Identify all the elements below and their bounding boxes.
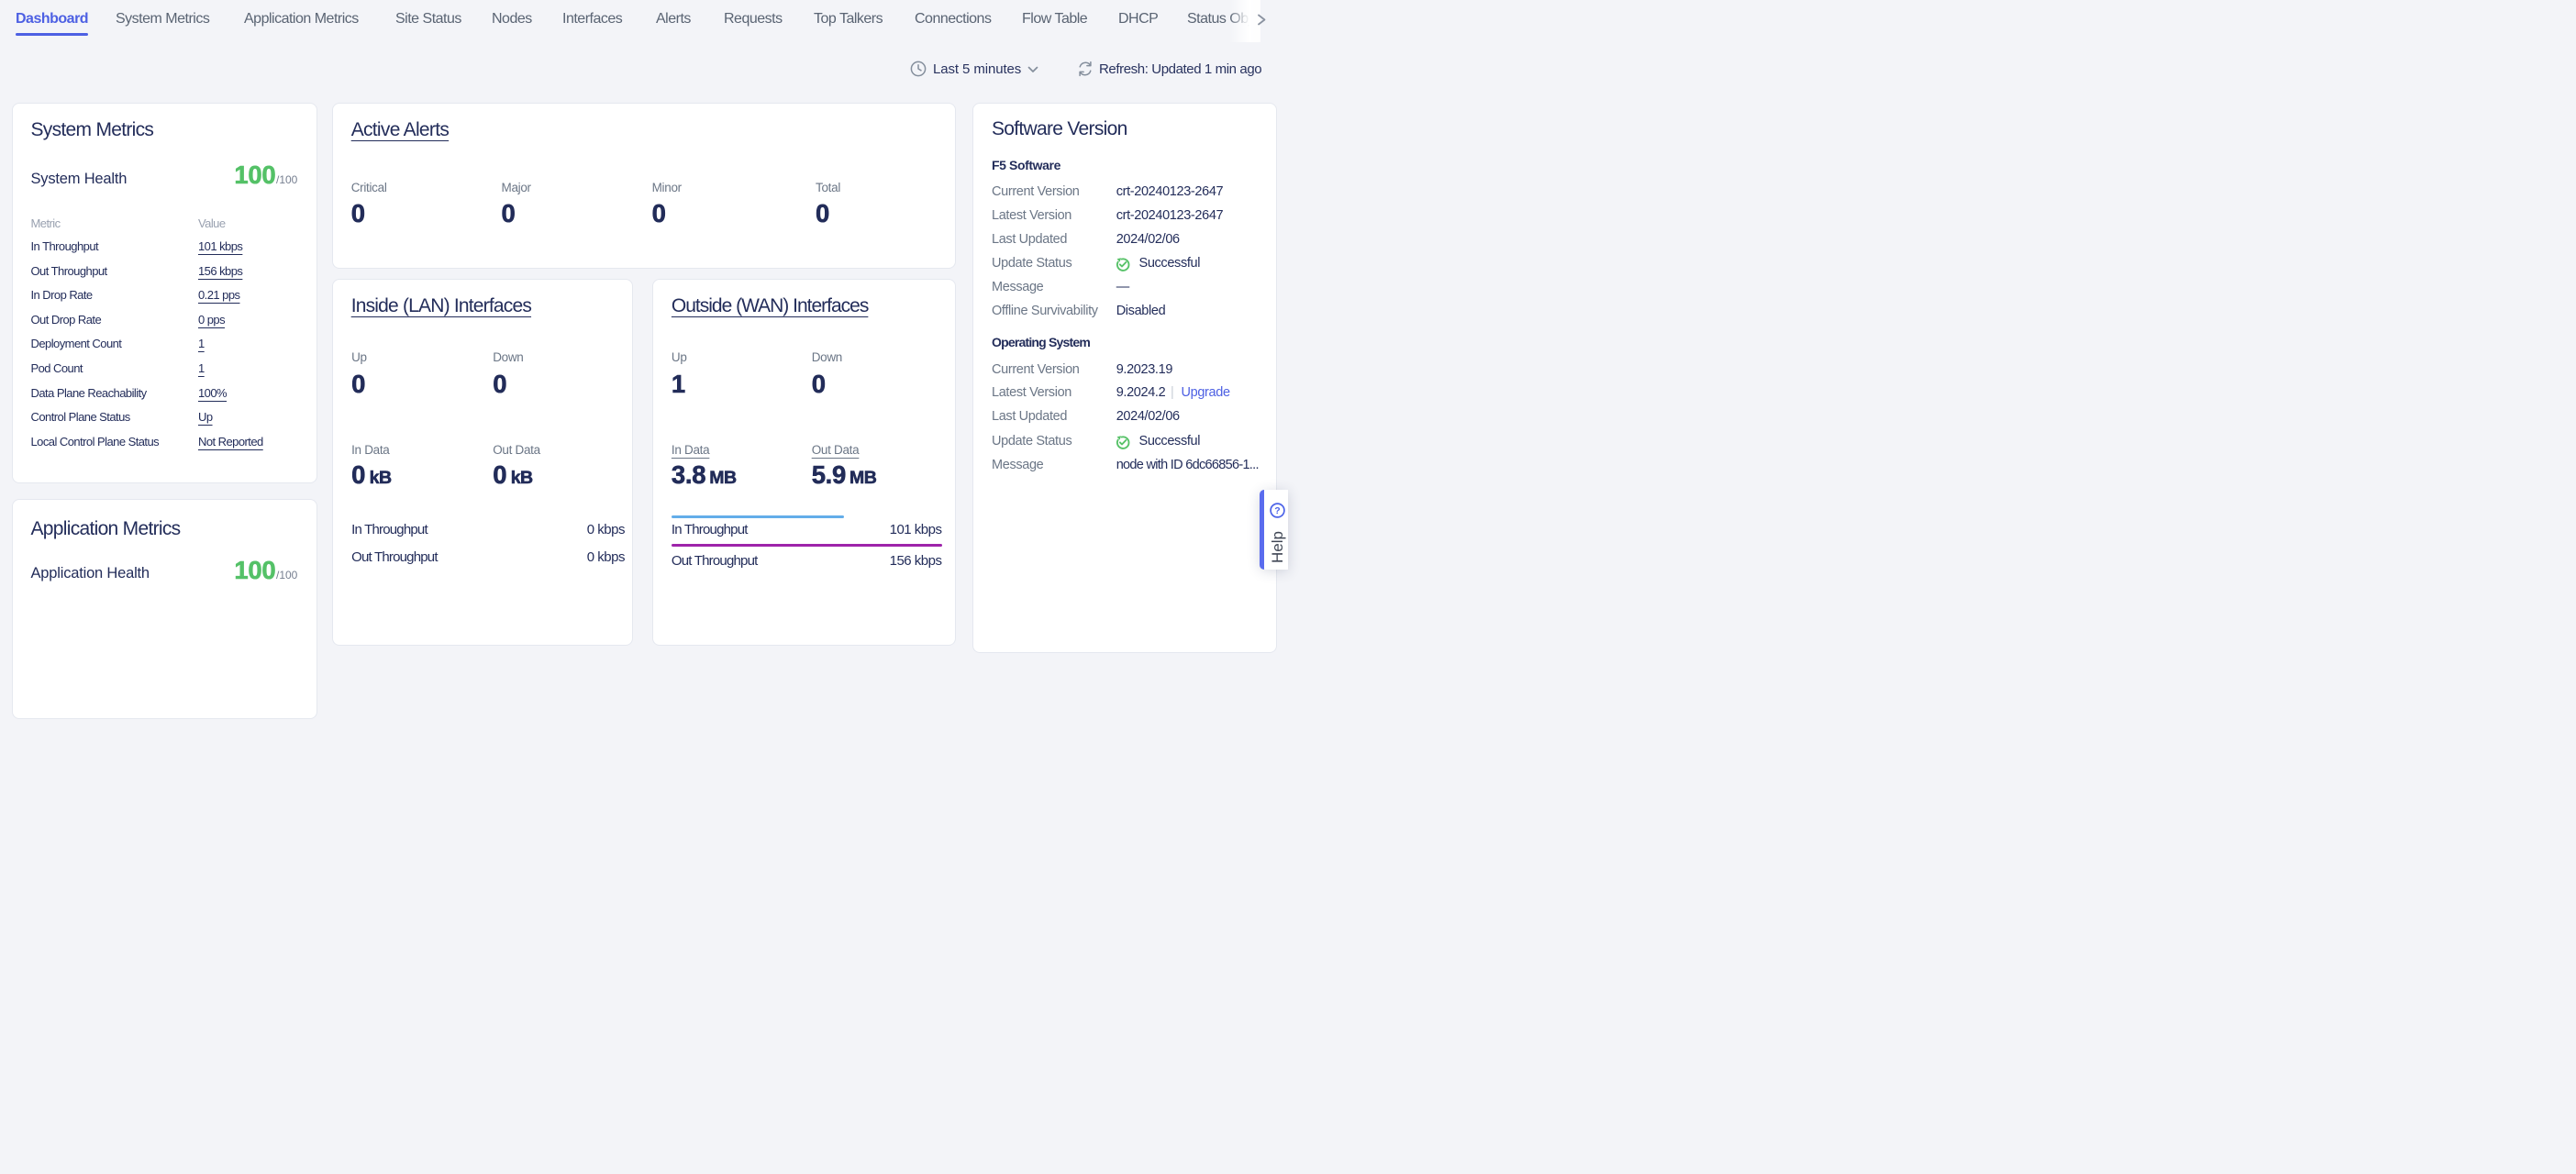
svg-text:?: ? [1274, 505, 1280, 516]
